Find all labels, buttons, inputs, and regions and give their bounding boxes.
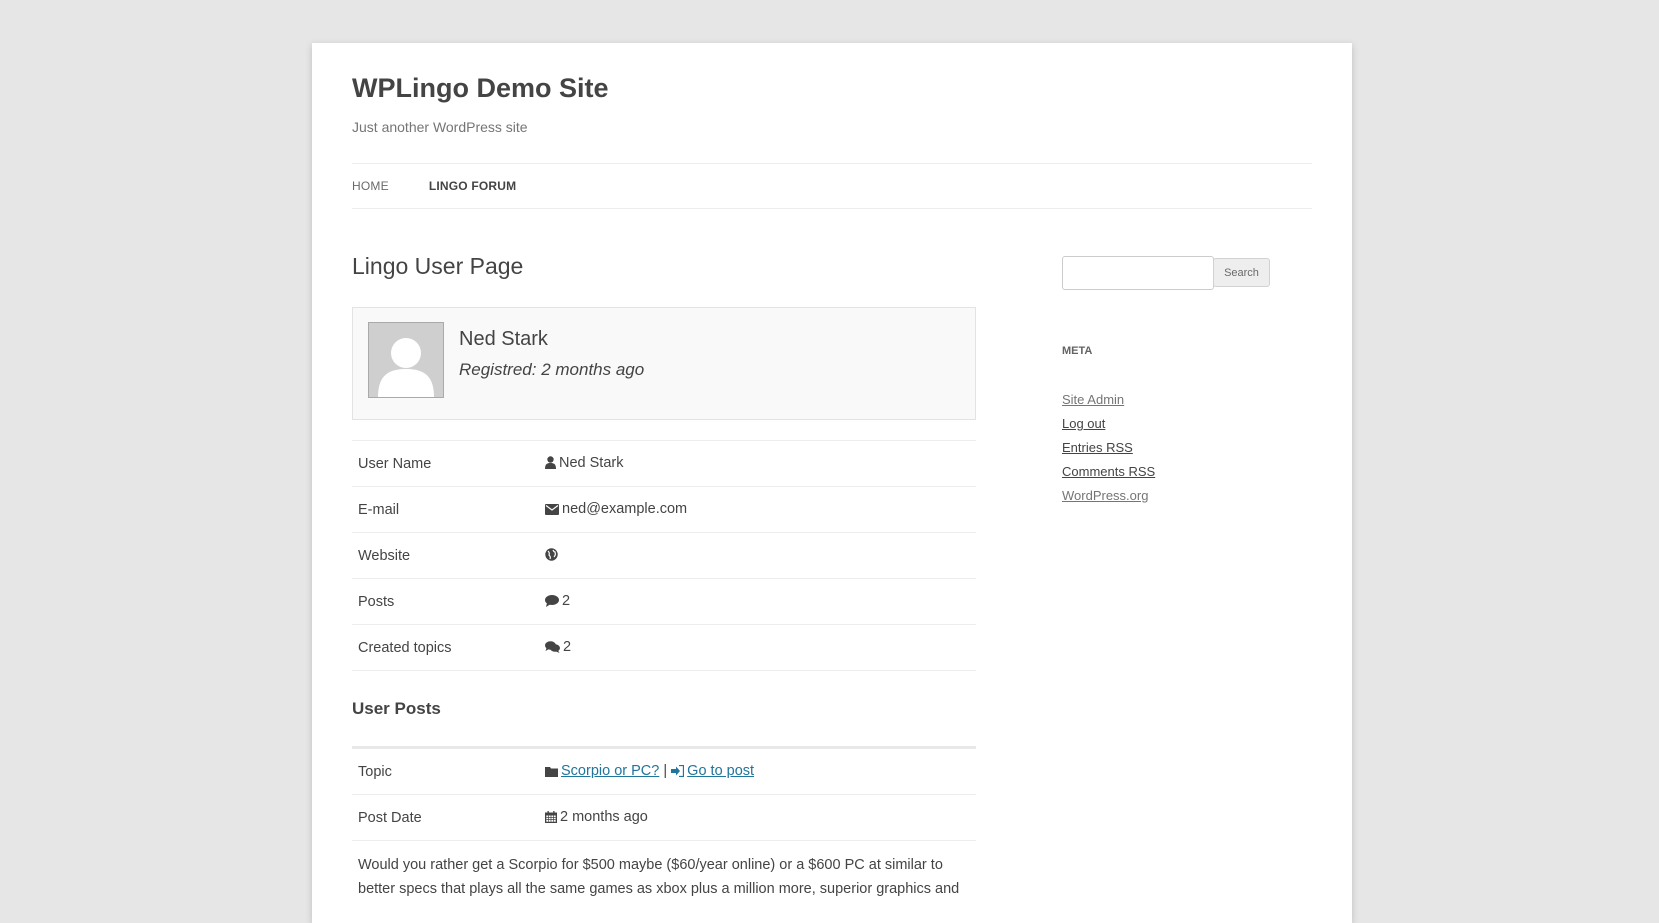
topic-cell: Scorpio or PC? | Go to post (539, 747, 976, 795)
site-title[interactable]: WPLingo Demo Site (352, 73, 609, 104)
email-label: E-mail (352, 486, 539, 533)
user-info-table: User Name Ned Stark E-mail ned@example.c… (352, 440, 976, 671)
meta-link-wordpress-org[interactable]: WordPress.org (1062, 488, 1148, 503)
search-input[interactable] (1062, 256, 1214, 290)
nav-item-home[interactable]: Home (352, 179, 389, 193)
site-description: Just another WordPress site (352, 119, 528, 135)
go-to-post-link[interactable]: Go to post (687, 763, 754, 779)
list-item: Site Admin (1062, 392, 1155, 416)
default-avatar-icon (368, 322, 444, 398)
user-posts-title: User Posts (352, 699, 441, 718)
topics-value: 2 (563, 638, 572, 655)
meta-widget-title: Meta (1062, 345, 1093, 357)
nav-item-lingo-forum[interactable]: Lingo Forum (429, 179, 517, 193)
page-container: WPLingo Demo Site Just another WordPress… (312, 43, 1352, 923)
table-row: Website (352, 532, 976, 579)
link-separator: | (663, 762, 668, 779)
username-value: Ned Stark (559, 454, 624, 471)
comment-icon (545, 594, 559, 611)
table-row: User Name Ned Stark (352, 440, 976, 487)
website-cell (539, 532, 976, 579)
folder-icon (545, 765, 558, 781)
user-icon (545, 455, 556, 473)
table-row: Posts 2 (352, 578, 976, 625)
list-item: Comments RSS (1062, 464, 1155, 488)
meta-link-comments-rss[interactable]: Comments RSS (1062, 464, 1155, 479)
meta-link-site-admin[interactable]: Site Admin (1062, 392, 1124, 407)
meta-links: Site Admin Log out Entries RSS Comments … (1062, 392, 1155, 512)
posts-label: Posts (352, 578, 539, 625)
table-row: E-mail ned@example.com (352, 486, 976, 533)
comments-icon (545, 640, 560, 657)
meta-link-entries-rss[interactable]: Entries RSS (1062, 440, 1133, 455)
post-date-label: Post Date (352, 794, 539, 841)
table-row: Topic Scorpio or PC? | Go to post (352, 747, 976, 795)
list-item: WordPress.org (1062, 488, 1155, 512)
user-posts-table: Topic Scorpio or PC? | Go to post Post D… (352, 746, 976, 841)
website-label: Website (352, 532, 539, 579)
topics-cell: 2 (539, 624, 976, 671)
post-date-cell: 2 months ago (539, 794, 976, 841)
profile-card: Ned Stark Registred: 2 months ago (352, 307, 976, 420)
globe-icon (545, 547, 558, 565)
topic-label: Topic (352, 747, 539, 795)
sign-in-icon (671, 764, 685, 781)
table-row: Post Date 2 months ago (352, 794, 976, 841)
posts-value: 2 (562, 592, 571, 609)
post-body: Would you rather get a Scorpio for $500 … (358, 857, 960, 897)
envelope-icon (545, 503, 559, 519)
profile-registered: Registred: 2 months ago (459, 360, 645, 379)
search-button[interactable]: Search (1213, 258, 1270, 287)
post-date-value: 2 months ago (560, 808, 648, 825)
page-title: Lingo User Page (352, 253, 524, 279)
email-cell: ned@example.com (539, 486, 976, 533)
posts-cell: 2 (539, 578, 976, 625)
topic-link[interactable]: Scorpio or PC? (561, 763, 659, 779)
username-cell: Ned Stark (539, 440, 976, 487)
calendar-icon (545, 810, 557, 827)
main-content: Lingo User Page Ned Stark Registred: 2 m… (352, 253, 976, 913)
list-item: Entries RSS (1062, 440, 1155, 464)
username-label: User Name (352, 440, 539, 487)
email-value: ned@example.com (562, 500, 688, 517)
main-nav: Home Lingo Forum (352, 163, 1312, 209)
meta-link-log-out[interactable]: Log out (1062, 416, 1105, 431)
topics-label: Created topics (352, 624, 539, 671)
table-row: Created topics 2 (352, 624, 976, 671)
list-item: Log out (1062, 416, 1155, 440)
profile-name: Ned Stark (459, 328, 548, 350)
